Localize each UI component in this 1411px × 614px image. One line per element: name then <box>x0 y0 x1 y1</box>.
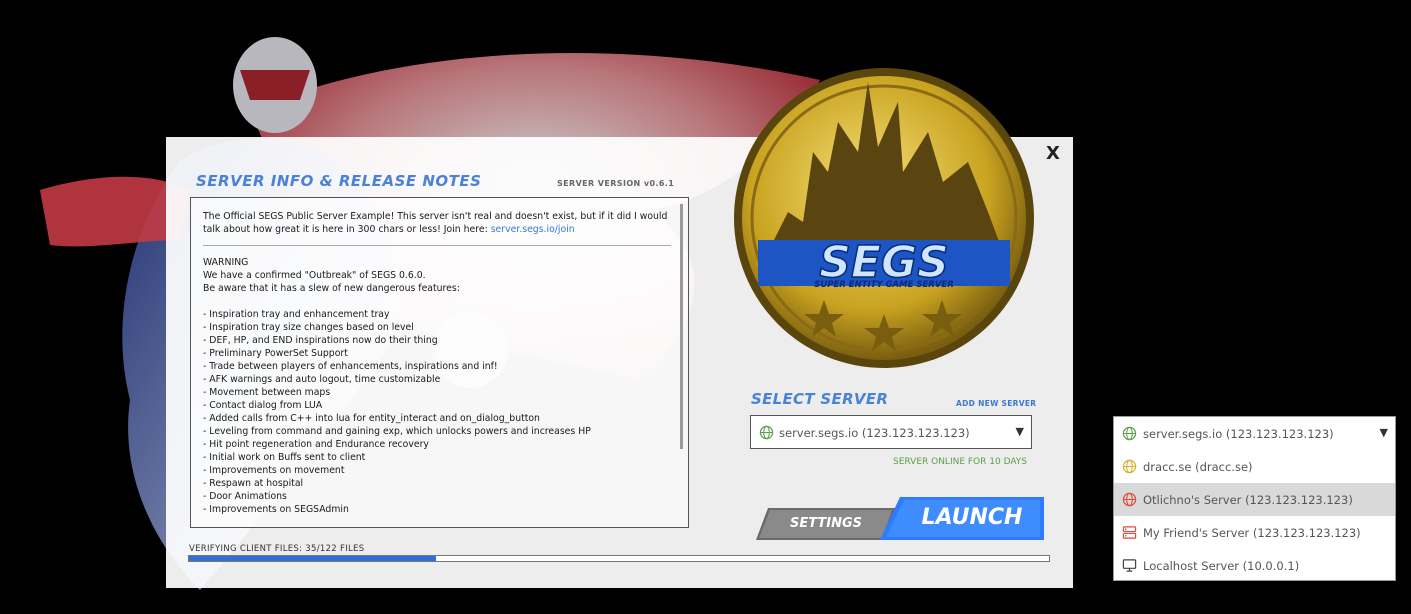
feature-item: - DEF, HP, and END inspirations now do t… <box>203 335 438 346</box>
server-select-dropdown[interactable]: server.segs.io (123.123.123.123) ▼ <box>750 415 1032 449</box>
feature-item: - Door Animations <box>203 491 287 502</box>
feature-item: - Initial work on Buffs sent to client <box>203 452 366 463</box>
server-option-label: Localhost Server (10.0.0.1) <box>1143 559 1300 573</box>
notes-scrollbar[interactable] <box>680 204 683 449</box>
server-status: SERVER ONLINE FOR 10 DAYS <box>893 457 1028 467</box>
notes-intro-2: talk about how great it is here in 300 c… <box>203 224 488 235</box>
feature-item: - AFK warnings and auto logout, time cus… <box>203 374 441 385</box>
feature-item: - Inspiration tray size changes based on… <box>203 322 414 333</box>
selected-server-label: server.segs.io (123.123.123.123) <box>779 426 970 440</box>
chevron-down-icon: ▼ <box>1379 426 1388 439</box>
notes-warning: WARNING <box>203 257 249 268</box>
release-notes-content: The Official SEGS Public Server Example!… <box>203 210 671 516</box>
monitor-icon <box>1122 558 1137 577</box>
feature-item: - Improvements on movement <box>203 465 345 476</box>
feature-item: - Contact dialog from LUA <box>203 400 323 411</box>
segs-logo: SEGS SUPER ENTITY GAME SERVER <box>734 68 1034 368</box>
server-option-label: Otlichno's Server (123.123.123.123) <box>1143 493 1353 507</box>
feature-item: - Improvements on SEGSAdmin <box>203 504 349 515</box>
globe-icon <box>1122 459 1137 478</box>
feature-item: - Leveling from command and gaining exp,… <box>203 426 591 437</box>
logo-tagline: SUPER ENTITY GAME SERVER <box>814 280 954 290</box>
notes-title: SERVER INFO & RELEASE NOTES <box>196 172 482 190</box>
settings-label: SETTINGS <box>789 516 863 531</box>
chevron-down-icon: ▼ <box>1015 425 1024 438</box>
server-dropdown-menu: server.segs.io (123.123.123.123) ▼ dracc.s… <box>1113 416 1396 581</box>
feature-item: - Preliminary PowerSet Support <box>203 348 348 359</box>
launch-label: LAUNCH <box>921 505 1023 530</box>
notes-line: We have a confirmed "Outbreak" of SEGS 0… <box>203 270 426 281</box>
progress-fill <box>189 556 436 561</box>
verify-progress-bar <box>188 555 1050 562</box>
feature-item: - Hit point regeneration and Endurance r… <box>203 439 429 450</box>
release-notes-box[interactable]: The Official SEGS Public Server Example!… <box>190 197 689 528</box>
globe-icon <box>1122 426 1137 445</box>
close-button[interactable]: X <box>1046 143 1060 164</box>
server-icon <box>1122 525 1137 544</box>
join-link[interactable]: server.segs.io/join <box>491 224 575 235</box>
feature-item: - Added calls from C++ into lua for enti… <box>203 413 540 424</box>
globe-icon <box>759 425 774 444</box>
divider <box>203 245 671 246</box>
select-server-title: SELECT SERVER <box>751 390 889 408</box>
feature-list: - Inspiration tray and enhancement tray -… <box>203 308 671 516</box>
feature-item: - Movement between maps <box>203 387 331 398</box>
add-new-server-link[interactable]: ADD NEW SERVER <box>956 399 1036 408</box>
settings-button[interactable]: SETTINGS <box>756 508 896 540</box>
launch-button[interactable]: LAUNCH <box>880 497 1044 540</box>
feature-item: - Respawn at hospital <box>203 478 304 489</box>
notes-line: Be aware that it has a slew of new dange… <box>203 283 460 294</box>
globe-icon <box>1122 492 1137 511</box>
server-option-label: dracc.se (dracc.se) <box>1143 460 1253 474</box>
server-option[interactable]: dracc.se (dracc.se) <box>1114 450 1395 483</box>
notes-intro: The Official SEGS Public Server Example!… <box>203 211 668 222</box>
verify-status: VERIFYING CLIENT FILES: 35/122 FILES <box>189 544 365 554</box>
server-option[interactable]: server.segs.io (123.123.123.123) ▼ <box>1114 417 1395 450</box>
server-option-label: My Friend's Server (123.123.123.123) <box>1143 526 1361 540</box>
server-option[interactable]: Otlichno's Server (123.123.123.123) <box>1114 483 1395 516</box>
server-option[interactable]: My Friend's Server (123.123.123.123) <box>1114 516 1395 549</box>
feature-item: - Inspiration tray and enhancement tray <box>203 309 390 320</box>
server-option[interactable]: Localhost Server (10.0.0.1) <box>1114 549 1395 582</box>
feature-item: - Trade between players of enhancements,… <box>203 361 498 372</box>
server-option-label: server.segs.io (123.123.123.123) <box>1143 427 1334 441</box>
server-version: SERVER VERSION v0.6.1 <box>557 179 675 188</box>
